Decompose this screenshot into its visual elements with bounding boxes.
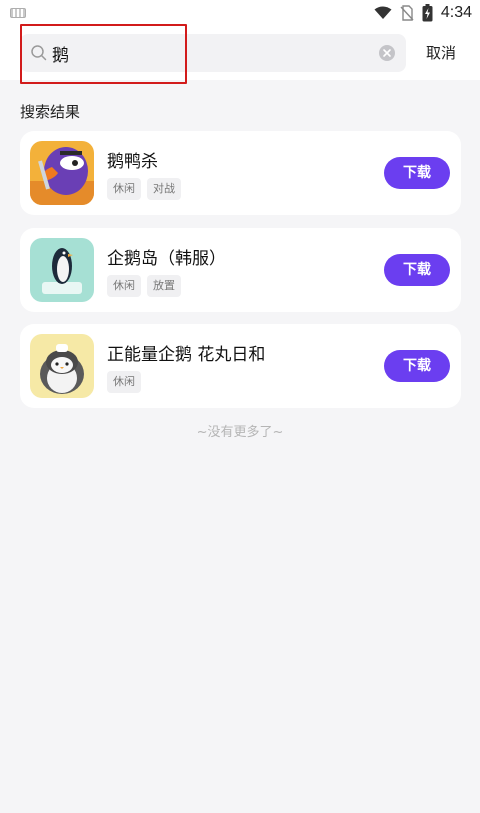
download-button[interactable]: 下载 bbox=[384, 157, 450, 189]
keyboard-icon bbox=[10, 8, 26, 18]
app-icon bbox=[30, 334, 94, 398]
tag-list: 休闲 对战 bbox=[107, 178, 181, 200]
battery-charging-icon bbox=[422, 4, 433, 22]
tag-list: 休闲 放置 bbox=[107, 275, 181, 297]
tag: 休闲 bbox=[107, 371, 141, 393]
app-name: 企鹅岛（韩服） bbox=[107, 249, 226, 269]
result-card[interactable]: 正能量企鹅 花丸日和 休闲 下载 bbox=[20, 324, 461, 408]
cancel-button[interactable]: 取消 bbox=[418, 41, 464, 65]
tag: 放置 bbox=[147, 275, 181, 297]
app-icon bbox=[30, 141, 94, 205]
tag: 休闲 bbox=[107, 178, 141, 200]
result-card[interactable]: 鹅鸭杀 休闲 对战 下载 bbox=[20, 131, 461, 215]
app-name: 鹅鸭杀 bbox=[107, 152, 158, 172]
status-time: 4:34 bbox=[440, 4, 472, 21]
section-title: 搜索结果 bbox=[20, 103, 81, 121]
app-name: 正能量企鹅 花丸日和 bbox=[107, 345, 266, 365]
download-button[interactable]: 下载 bbox=[384, 254, 450, 286]
tag: 对战 bbox=[147, 178, 181, 200]
status-icons: 4:34 bbox=[374, 3, 472, 23]
no-sim-icon bbox=[400, 5, 414, 21]
result-card[interactable]: 企鹅岛（韩服） 休闲 放置 下载 bbox=[20, 228, 461, 312]
tag-list: 休闲 bbox=[107, 371, 141, 393]
highlight-annotation bbox=[20, 24, 187, 84]
app-icon bbox=[30, 238, 94, 302]
status-bar: 4:34 bbox=[0, 0, 480, 26]
wifi-icon bbox=[374, 6, 392, 19]
end-of-list-text: ~没有更多了~ bbox=[196, 425, 284, 440]
download-button[interactable]: 下载 bbox=[384, 350, 450, 382]
clear-icon[interactable] bbox=[378, 44, 396, 62]
tag: 休闲 bbox=[107, 275, 141, 297]
